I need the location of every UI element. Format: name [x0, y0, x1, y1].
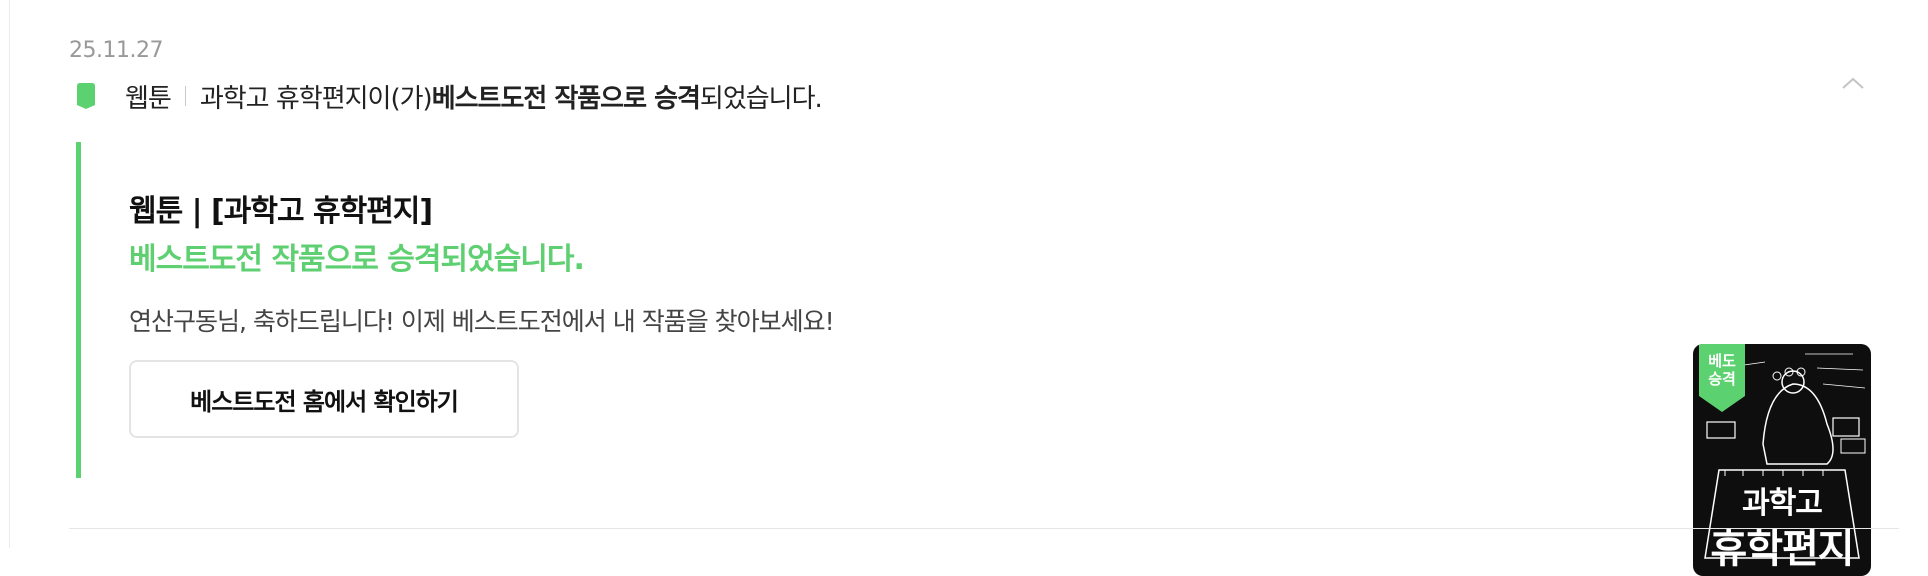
notification-card: 웹툰 | [과학고 휴학편지] 베스트도전 작품으로 승격되었습니다. 연산구동… [76, 142, 1871, 576]
notification-title-prefix: 과학고 휴학편지이(가) [199, 83, 433, 114]
notification-date: 25.11.27 [69, 38, 163, 63]
promotion-badge-label: 베도 승격 [1708, 352, 1736, 388]
notification-category: 웹툰 [125, 83, 172, 114]
card-message: 연산구동님, 축하드립니다! 이제 베스트도전에서 내 작품을 찾아보세요! [129, 307, 835, 336]
category-divider [184, 86, 186, 106]
go-to-best-challenge-button[interactable]: 베스트도전 홈에서 확인하기 [129, 360, 519, 438]
bottom-divider [69, 528, 1899, 529]
notification-title-bold: 베스트도전 작품으로 승격 [431, 83, 701, 114]
card-title: 웹툰 | [과학고 휴학편지] [129, 194, 433, 229]
bookmark-icon [77, 83, 95, 109]
webtoon-thumbnail[interactable]: 베도 승격 과학고 휴학편지 [1693, 344, 1871, 576]
left-divider [9, 0, 10, 548]
notification-title-suffix: 되었습니다. [699, 83, 823, 114]
cover-title-line2: 휴학편지 [1710, 526, 1854, 572]
card-subtitle: 베스트도전 작품으로 승격되었습니다. [129, 242, 585, 277]
chevron-up-icon [1842, 77, 1864, 89]
notification-headline: 웹툰 과학고 휴학편지이(가) 베스트도전 작품으로 승격 되었습니다. [77, 76, 823, 116]
collapse-button[interactable] [1838, 72, 1868, 96]
